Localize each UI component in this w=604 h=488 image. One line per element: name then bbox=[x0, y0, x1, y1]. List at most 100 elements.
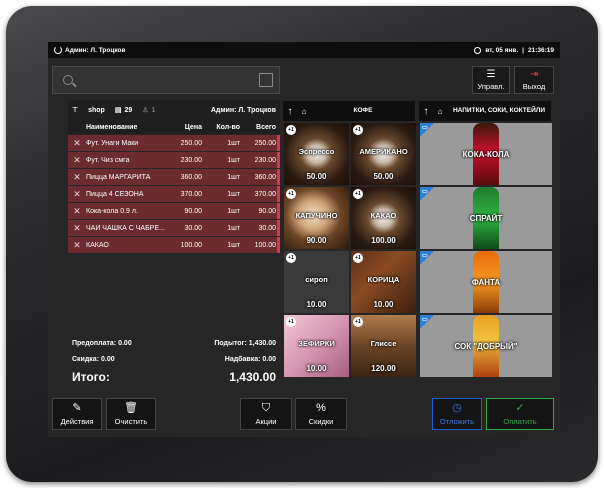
manage-label: Управл. bbox=[477, 82, 505, 91]
status-bar: Админ: Л. Троцков вт, 05 янв. | 21:36:19 bbox=[48, 42, 560, 58]
home-icon[interactable]: ⌂ bbox=[297, 107, 311, 116]
shop-icon: ⊤ bbox=[72, 107, 79, 114]
remove-icon[interactable]: ✕ bbox=[68, 189, 86, 200]
coffee-category-title: КОФЕ bbox=[353, 107, 373, 114]
product-tile[interactable]: +1 Глиссе 120.00 bbox=[351, 315, 416, 377]
stocks-button[interactable]: ⛉ Акции bbox=[240, 398, 292, 430]
exit-icon: ⇥ bbox=[529, 69, 539, 80]
product-tile[interactable]: +1 ЗЕФИРКИ 10.00 bbox=[284, 315, 349, 377]
order-row[interactable]: ✕ Кока-кола 0.9 л. 90.00 1шт 90.00 bbox=[68, 203, 280, 219]
prepay: Предоплата: 0.00 bbox=[72, 340, 132, 347]
order-row[interactable]: ✕ ЧАЙ ЧАШКА С ЧАБРЕ... 30.00 1шт 30.00 bbox=[68, 220, 280, 236]
discounts-button[interactable]: % Скидки bbox=[295, 398, 347, 430]
up-arrow-icon[interactable]: ↑ bbox=[419, 106, 433, 117]
product-price: 50.00 bbox=[306, 172, 327, 181]
order-row[interactable]: ✕ Фут. Унаги Маки 250.00 1шт 250.00 bbox=[68, 135, 280, 151]
drink-folder-tile[interactable]: ▭ СОК "ДОБРЫЙ" bbox=[420, 315, 552, 377]
item-name: Кока-кола 0.9 л. bbox=[86, 207, 138, 215]
remove-icon[interactable]: ✕ bbox=[68, 155, 86, 166]
plus-one-badge[interactable]: +1 bbox=[353, 125, 363, 135]
actions-label: Действия bbox=[60, 417, 94, 426]
trash-icon: 🗑 bbox=[124, 402, 138, 414]
plus-one-badge[interactable]: +1 bbox=[286, 253, 296, 263]
drink-folder-tile[interactable]: ▭ СПРАЙТ bbox=[420, 187, 552, 249]
shop-label[interactable]: shop bbox=[88, 107, 105, 114]
status-date: вт, 05 янв. bbox=[485, 46, 519, 54]
total-value: 1,430.00 bbox=[229, 370, 276, 384]
remove-icon[interactable]: ✕ bbox=[68, 240, 86, 251]
plus-one-badge[interactable]: +1 bbox=[286, 317, 296, 327]
order-items: ✕ Фут. Унаги Маки 250.00 1шт 250.00 ✕ Фут. Чиз… bbox=[68, 135, 280, 253]
product-price: 120.00 bbox=[371, 364, 396, 373]
drink-name: КОКА-КОЛА bbox=[462, 149, 510, 159]
item-qty: 1шт bbox=[227, 224, 240, 232]
table-number[interactable]: 29 bbox=[124, 107, 132, 114]
menu-icon: ☰ bbox=[486, 69, 496, 80]
up-arrow-icon[interactable]: ↑ bbox=[283, 106, 297, 117]
discount: Скидка: 0.00 bbox=[72, 356, 115, 363]
item-qty: 1шт bbox=[227, 139, 240, 147]
manage-button[interactable]: ☰ Управл. bbox=[472, 66, 510, 94]
plus-one-badge[interactable]: +1 bbox=[353, 189, 363, 199]
clock-icon: ◷ bbox=[452, 402, 462, 414]
order-admin: Админ: Л. Троцков bbox=[210, 106, 276, 114]
remove-icon[interactable]: ✕ bbox=[68, 223, 86, 234]
folder-icon: ▭ bbox=[422, 189, 428, 195]
stocks-label: Акции bbox=[255, 417, 277, 426]
remove-icon[interactable]: ✕ bbox=[68, 206, 86, 217]
globe-icon[interactable] bbox=[474, 46, 482, 54]
order-row[interactable]: ✕ Фут. Чиз смга 230.00 1шт 230.00 bbox=[68, 152, 280, 168]
col-price: Цена bbox=[184, 123, 202, 131]
drink-folder-tile[interactable]: ▭ КОКА-КОЛА bbox=[420, 123, 552, 185]
item-total: 250.00 bbox=[254, 139, 276, 147]
col-qty: Кол-во bbox=[216, 123, 240, 131]
product-name: Глиссе bbox=[370, 339, 397, 348]
bag-icon: ⛉ bbox=[261, 402, 271, 414]
status-user: Админ: Л. Троцков bbox=[65, 46, 126, 54]
product-name: Эспрессо bbox=[298, 147, 335, 156]
scan-checkbox[interactable] bbox=[259, 73, 273, 87]
product-tile[interactable]: +1 КАКАО 100.00 bbox=[351, 187, 416, 249]
plus-one-badge[interactable]: +1 bbox=[286, 125, 296, 135]
remove-icon[interactable]: ✕ bbox=[68, 138, 86, 149]
sync-icon[interactable] bbox=[54, 46, 62, 54]
item-total: 360.00 bbox=[254, 173, 276, 181]
clear-button[interactable]: 🗑 Очистить bbox=[106, 398, 156, 430]
plus-one-badge[interactable]: +1 bbox=[353, 317, 363, 327]
product-tile[interactable]: +1 АМЕРИКАНО 50.00 bbox=[351, 123, 416, 185]
pay-button[interactable]: ✓ Оплатить bbox=[486, 398, 554, 430]
product-name: ЗЕФИРКИ bbox=[298, 339, 335, 348]
search-input[interactable] bbox=[52, 66, 280, 94]
wrench-icon: ✎ bbox=[72, 402, 82, 414]
drink-folder-tile[interactable]: ▭ ФАНТА bbox=[420, 251, 552, 313]
percent-icon: % bbox=[316, 402, 326, 414]
actions-button[interactable]: ✎ Действия bbox=[52, 398, 102, 430]
order-row[interactable]: ✕ Пицца 4 СЕЗОНА 370.00 1шт 370.00 bbox=[68, 186, 280, 202]
exit-button[interactable]: ⇥ Выход bbox=[514, 66, 554, 94]
order-row[interactable]: ✕ КАКАО 100.00 1шт 100.00 bbox=[68, 237, 280, 253]
item-name: Фут. Чиз смга bbox=[86, 156, 130, 164]
postpone-button[interactable]: ◷ Отложить bbox=[432, 398, 482, 430]
product-tile[interactable]: +1 КАПУЧИНО 90.00 bbox=[284, 187, 349, 249]
product-tile[interactable]: +1 Эспрессо 50.00 bbox=[284, 123, 349, 185]
drink-name: СОК "ДОБРЫЙ" bbox=[454, 341, 518, 351]
remove-icon[interactable]: ✕ bbox=[68, 172, 86, 183]
total-label: Итого: bbox=[72, 370, 110, 384]
product-price: 10.00 bbox=[306, 364, 327, 373]
order-total: Итого: 1,430.00 bbox=[68, 370, 280, 384]
product-tile[interactable]: +1 КОРИЦА 10.00 bbox=[351, 251, 416, 313]
product-price: 100.00 bbox=[371, 236, 396, 245]
guest-count[interactable]: 1 bbox=[152, 107, 156, 114]
home-icon[interactable]: ⌂ bbox=[433, 107, 447, 116]
product-tile[interactable]: +1 сироп 10.00 bbox=[284, 251, 349, 313]
plus-one-badge[interactable]: +1 bbox=[286, 189, 296, 199]
product-price: 10.00 bbox=[306, 300, 327, 309]
item-price: 360.00 bbox=[180, 173, 202, 181]
col-name: Наименование bbox=[86, 123, 138, 131]
item-name: Пицца 4 СЕЗОНА bbox=[86, 190, 144, 198]
coffee-category-header: ↑ ⌂ КОФЕ bbox=[283, 101, 415, 121]
item-qty: 1шт bbox=[227, 190, 240, 198]
order-row[interactable]: ✕ Пицца МАРГАРИТА 360.00 1шт 360.00 bbox=[68, 169, 280, 185]
plus-one-badge[interactable]: +1 bbox=[353, 253, 363, 263]
item-name: КАКАО bbox=[86, 241, 109, 249]
